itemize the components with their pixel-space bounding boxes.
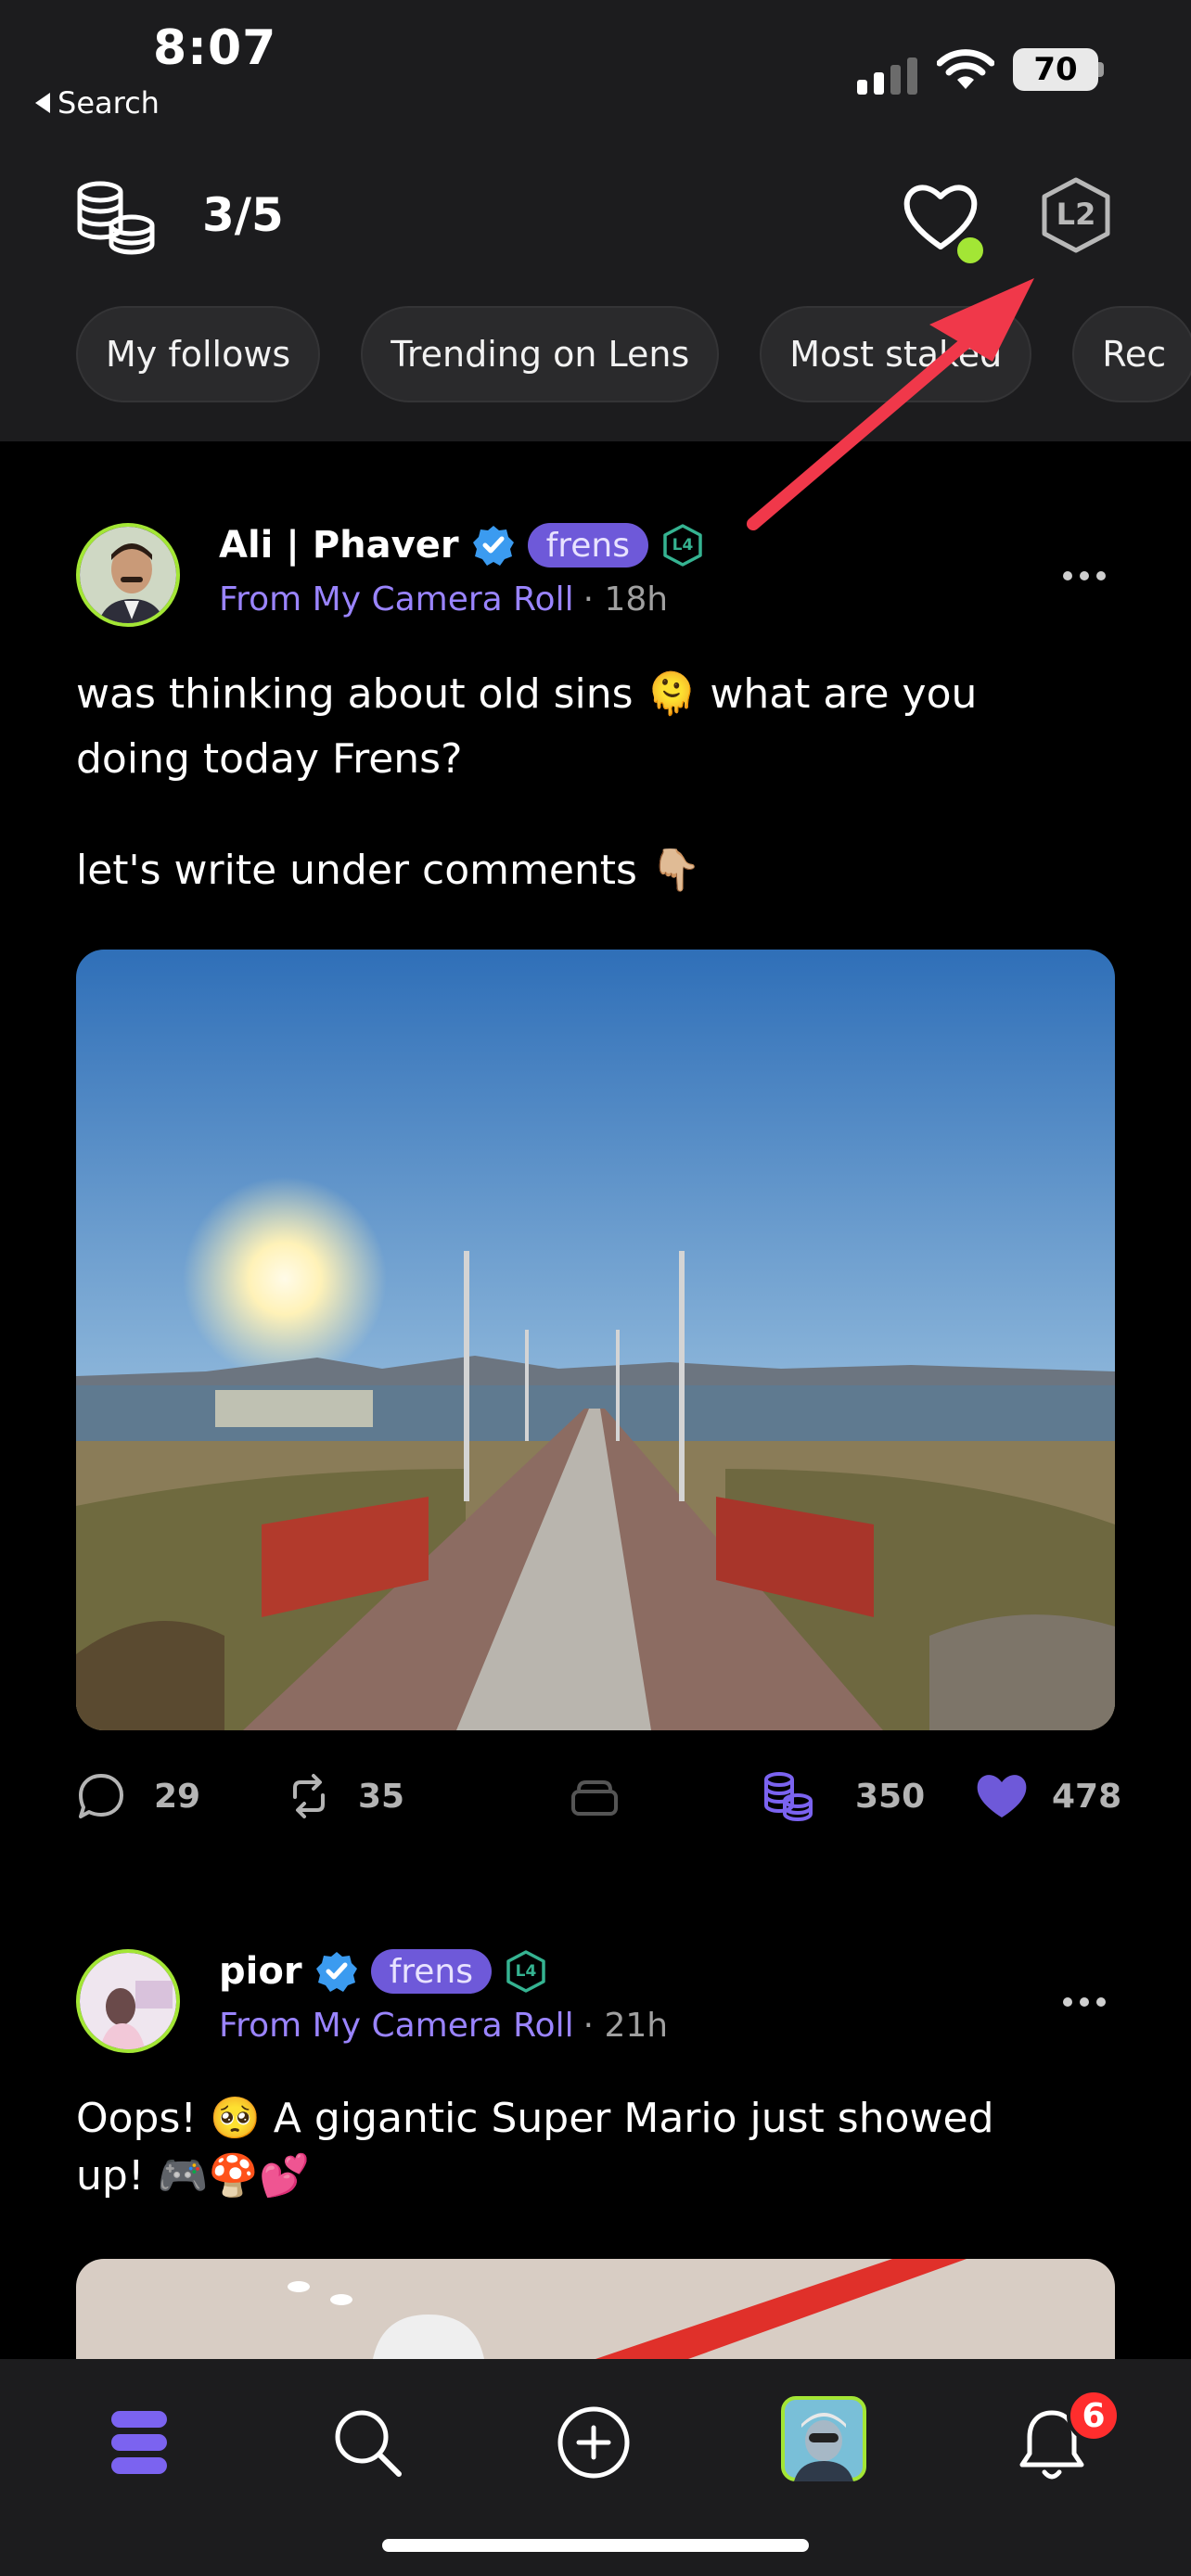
back-triangle-icon: [35, 93, 50, 113]
post-meta: From My Camera Roll · 21h: [219, 2007, 668, 2045]
collect-icon: [571, 1780, 618, 1816]
stake-coins-icon: [764, 1772, 813, 1821]
avatar[interactable]: [76, 523, 180, 627]
tab-trending-on-lens[interactable]: Trending on Lens: [361, 306, 720, 402]
mirror-count: 35: [358, 1777, 405, 1816]
post-text: Oops! 🥺 A gigantic Super Mario just show…: [76, 2090, 1115, 2205]
battery-indicator: 70: [1013, 48, 1098, 91]
tab-my-follows[interactable]: My follows: [76, 306, 321, 402]
home-indicator: [382, 2539, 809, 2552]
author-row: pior frens L4: [219, 1949, 547, 1994]
avatar[interactable]: [76, 1949, 180, 2053]
post-text-line: doing today Frens?: [76, 735, 463, 783]
level-badge-button[interactable]: L2: [1037, 176, 1115, 254]
author-name[interactable]: pior: [219, 1950, 302, 1993]
author-level-badge: L4: [505, 1950, 547, 1993]
battery-tip: [1098, 62, 1104, 77]
author-level-label: L4: [672, 536, 694, 555]
level-label: L2: [1056, 197, 1096, 232]
author-level-label: L4: [515, 1962, 537, 1981]
post-text: was thinking about old sins 🫠 what are y…: [76, 662, 1115, 903]
search-icon[interactable]: [330, 2405, 404, 2480]
post-time: · 21h: [583, 2007, 669, 2045]
post-source[interactable]: From My Camera Roll: [219, 2007, 574, 2045]
like-heart-icon: [977, 1775, 1027, 1817]
stake-count: 350: [855, 1777, 926, 1816]
frens-badge: frens: [527, 523, 648, 567]
verified-icon: [315, 1952, 357, 1992]
post-time: · 18h: [583, 580, 669, 618]
comment-count: 29: [154, 1777, 201, 1816]
coins-icon[interactable]: [74, 181, 158, 255]
mirror-icon: [293, 1774, 325, 1818]
post-text-line: was thinking about old sins 🫠 what are y…: [76, 670, 978, 718]
post-card: pior frens L4 From My Camera Roll · 21h …: [0, 1869, 1191, 2359]
mirror-button[interactable]: 35: [288, 1771, 404, 1821]
back-label: Search: [58, 85, 160, 121]
post-text-line: Oops! 🥺 A gigantic Super Mario just show…: [76, 2095, 994, 2142]
comment-button[interactable]: 29: [76, 1771, 200, 1821]
verified-icon: [472, 526, 514, 566]
top-header: 8:07 Search 70 3/5 L2 My follows Trendin…: [0, 0, 1191, 530]
like-count: 478: [1052, 1777, 1122, 1816]
post-text-line: up! 🎮🍄💕: [76, 2152, 310, 2200]
comment-icon: [79, 1774, 123, 1818]
post-image[interactable]: [76, 950, 1115, 1730]
status-time: 8:07: [153, 20, 277, 76]
add-icon[interactable]: [557, 2405, 631, 2480]
notification-badge: 6: [1067, 2389, 1121, 2442]
feed-icon[interactable]: [109, 2405, 169, 2480]
post-text-line: let's write under comments 👇🏼: [76, 847, 701, 894]
post-actions: 29 35 350 478: [0, 1760, 1191, 1834]
author-level-badge: L4: [661, 524, 704, 567]
signal-icon: [857, 57, 917, 95]
author-name[interactable]: Ali | Phaver: [219, 524, 459, 567]
post-card: Ali | Phaver frens L4 From My Camera Rol…: [0, 441, 1191, 1869]
wifi-icon: [937, 49, 994, 89]
like-button[interactable]: 478: [974, 1771, 1121, 1821]
post-meta: From My Camera Roll · 18h: [219, 580, 668, 618]
collect-button[interactable]: [570, 1777, 620, 1817]
more-options-button[interactable]: [1063, 571, 1106, 580]
stake-button[interactable]: 350: [762, 1771, 925, 1821]
post-image[interactable]: [76, 2259, 1115, 2359]
more-options-button[interactable]: [1063, 1997, 1106, 2007]
author-row: Ali | Phaver frens L4: [219, 523, 704, 567]
frens-badge: frens: [370, 1949, 492, 1994]
tab-recent[interactable]: Rec: [1072, 306, 1191, 402]
post-source[interactable]: From My Camera Roll: [219, 580, 574, 618]
daily-quota: 3/5: [202, 188, 284, 242]
profile-avatar[interactable]: [781, 2396, 866, 2481]
back-to-search[interactable]: Search: [35, 85, 160, 121]
